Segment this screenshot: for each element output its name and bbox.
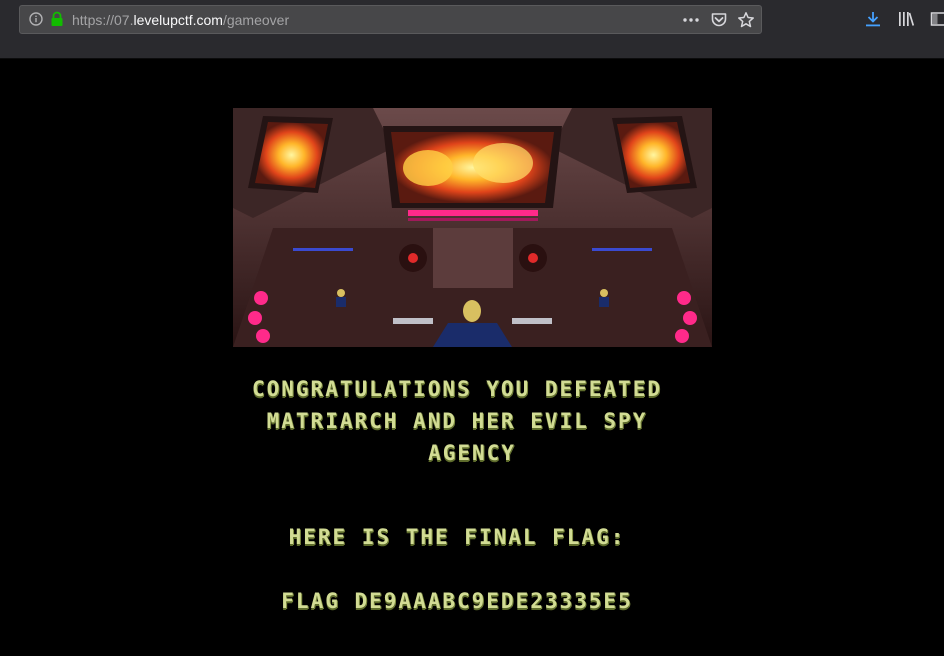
browser-toolbar: https://07.levelupctf.com/gameover [0,0,944,59]
url-prefix: https://07. [72,12,134,28]
lock-icon[interactable] [50,11,64,27]
download-icon[interactable] [864,10,882,28]
url-bar[interactable]: https://07.levelupctf.com/gameover [19,5,762,34]
flag-value-text: FLAG DE9AAABC9EDE23335E5 [281,589,633,613]
cockpit-explosion-illustration [233,108,712,347]
url-text[interactable]: https://07.levelupctf.com/gameover [72,11,289,29]
bookmark-star-icon[interactable] [737,11,755,29]
game-screen: CONGRATULATIONS YOU DEFEATED MATRIARCH A… [0,59,944,656]
congrats-message-line-1: CONGRATULATIONS YOU DEFEATED [251,377,662,401]
pocket-icon[interactable] [710,11,728,29]
congrats-message-line-2: MATRIARCH AND HER EVIL SPY [266,409,648,433]
url-host: levelupctf.com [133,12,223,28]
info-icon[interactable] [29,12,43,26]
library-icon[interactable] [897,10,915,28]
url-path: /gameover [222,12,290,28]
sidebar-icon[interactable] [930,10,944,28]
flag-intro-text: HERE IS THE FINAL FLAG: [288,525,626,549]
congrats-message-line-3: AGENCY [428,441,516,465]
more-actions-icon[interactable] [682,11,700,29]
